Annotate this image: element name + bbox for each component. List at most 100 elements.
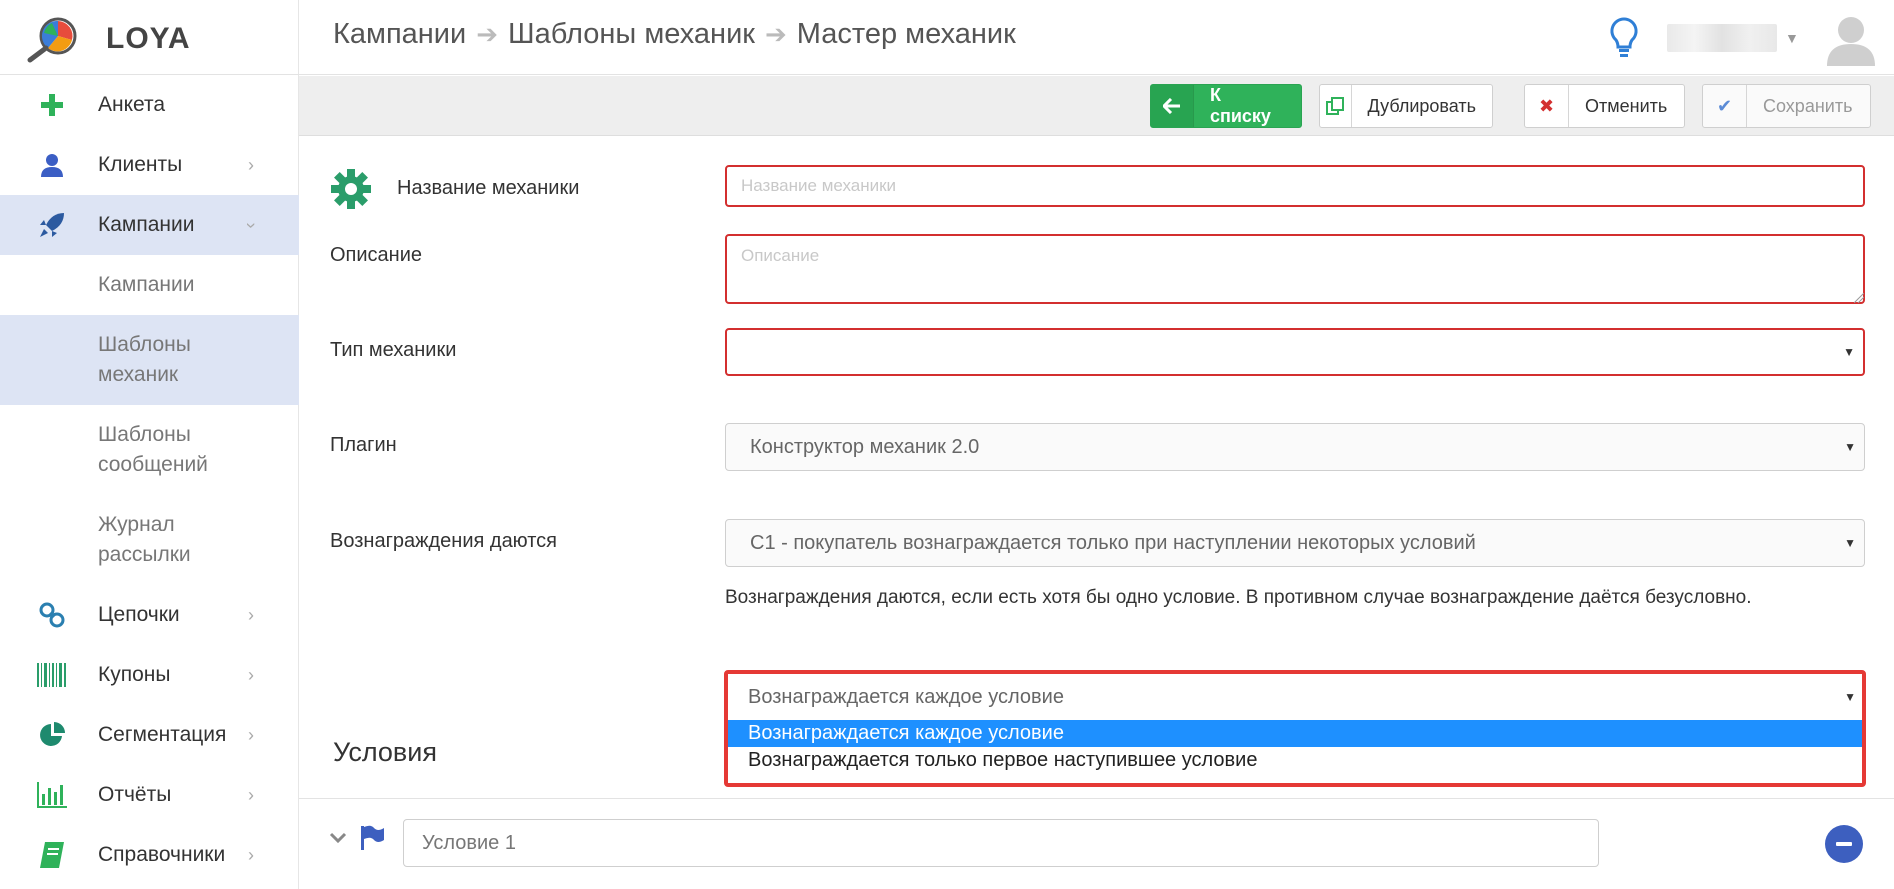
plugin-label: Плагин — [330, 434, 397, 456]
sidebar-item-segmentation[interactable]: Сегментация › — [0, 705, 299, 765]
save-button[interactable]: ✔ Сохранить — [1702, 84, 1871, 128]
avatar[interactable] — [1823, 10, 1879, 66]
breadcrumb-item-campaigns[interactable]: Кампании — [333, 18, 466, 51]
user-name-blurred[interactable] — [1667, 24, 1777, 52]
sidebar-item-label: Анкета — [98, 93, 166, 116]
plugin-select-value: Конструктор механик 2.0 — [750, 435, 980, 458]
duplicate-label: Дублировать — [1367, 95, 1476, 116]
plugin-select[interactable]: Конструктор механик 2.0 ▼ — [725, 423, 1865, 471]
reward-mode-select[interactable]: Вознаграждается каждое условие ▼ Вознагр… — [724, 670, 1866, 787]
sidebar-subitem-label: Шаблоны механик — [98, 333, 191, 386]
description-label: Описание — [330, 244, 423, 266]
breadcrumb-item-mechanic-templates[interactable]: Шаблоны механик — [508, 18, 755, 51]
header: Кампании ➔ Шаблоны механик ➔ Мастер меха… — [299, 0, 1894, 75]
logo[interactable]: LOYA — [0, 0, 299, 75]
type-label: Тип механики — [330, 339, 457, 361]
name-input[interactable]: Название механики — [725, 165, 1865, 207]
sidebar-item-anketa[interactable]: Анкета — [0, 75, 299, 135]
reward-mode-options: Вознаграждается каждое условие Вознаграж… — [728, 720, 1862, 774]
condition-row: Условие 1 — [299, 799, 1894, 889]
close-icon: ✖ — [1525, 85, 1569, 127]
type-select[interactable]: ▼ — [725, 328, 1865, 376]
sidebar-item-coupons[interactable]: Купоны › — [0, 645, 299, 705]
pie-chart-icon — [36, 719, 68, 751]
sidebar-item-label: Цепочки — [98, 603, 180, 626]
sidebar-subitem-mechanic-templates[interactable]: Шаблоны механик — [0, 315, 299, 405]
conditions-title: Условия — [333, 737, 437, 767]
gear-icon — [331, 169, 371, 209]
arrow-left-icon — [1151, 85, 1194, 127]
chevron-right-icon: › — [248, 844, 254, 865]
flag-icon — [361, 825, 384, 850]
rewards-label: Вознаграждения даются — [330, 530, 558, 552]
sidebar-item-directories[interactable]: Справочники › — [0, 825, 299, 885]
sidebar-item-clients[interactable]: Клиенты › — [0, 135, 299, 195]
chevron-right-icon: › — [248, 664, 254, 685]
to-list-label: К списку — [1209, 85, 1271, 126]
to-list-button[interactable]: К списку — [1150, 84, 1302, 128]
cancel-label: Отменить — [1585, 95, 1668, 116]
cancel-button[interactable]: ✖ Отменить — [1524, 84, 1685, 128]
condition-name-input[interactable]: Условие 1 — [403, 819, 1599, 867]
sidebar-item-label: Кампании — [98, 213, 195, 236]
sidebar-nav: Анкета Клиенты › Кампании › Кампании Шаб… — [0, 75, 299, 885]
description-textarea[interactable]: Описание — [725, 234, 1865, 304]
barcode-icon — [36, 659, 68, 691]
minus-icon — [1836, 842, 1852, 846]
save-label: Сохранить — [1763, 95, 1853, 116]
breadcrumb-item-current: Мастер механик — [796, 18, 1016, 50]
sidebar-item-label: Отчёты — [98, 783, 172, 806]
reward-mode-current[interactable]: Вознаграждается каждое условие ▼ — [728, 674, 1862, 720]
breadcrumb: Кампании ➔ Шаблоны механик ➔ Мастер меха… — [333, 18, 1016, 51]
chevron-right-icon: › — [248, 604, 254, 625]
rewards-select-value: С1 - покупатель вознаграждается только п… — [750, 531, 1476, 554]
sidebar-item-chains[interactable]: Цепочки › — [0, 585, 299, 645]
sidebar-subitem-mailing-log[interactable]: Журнал рассылки — [0, 495, 299, 585]
sidebar-subitem-campaigns[interactable]: Кампании — [0, 255, 299, 315]
logo-icon — [27, 17, 77, 63]
sidebar-subitem-label: Журнал рассылки — [98, 513, 191, 566]
lightbulb-icon[interactable] — [1607, 16, 1641, 58]
reward-mode-option[interactable]: Вознаграждается только первое наступивше… — [728, 747, 1862, 774]
sidebar-item-label: Сегментация — [98, 723, 227, 746]
sidebar-item-label: Клиенты — [98, 153, 183, 176]
book-icon — [36, 839, 68, 871]
plus-icon — [36, 89, 68, 121]
caret-down-icon: ▼ — [1843, 345, 1855, 359]
rewards-help-text: Вознаграждения даются, если есть хотя бы… — [725, 587, 1752, 608]
arrow-right-icon: ➔ — [476, 19, 499, 49]
rewards-select[interactable]: С1 - покупатель вознаграждается только п… — [725, 519, 1865, 567]
brand-name: LOYA — [106, 22, 191, 55]
sidebar-subitem-message-templates[interactable]: Шаблоны сообщений — [0, 405, 299, 495]
resize-handle-icon[interactable] — [1854, 293, 1864, 303]
chevron-right-icon: › — [248, 154, 254, 175]
caret-down-icon: ▼ — [1844, 690, 1856, 704]
chevron-right-icon: › — [248, 724, 254, 745]
reward-mode-current-label: Вознаграждается каждое условие — [748, 685, 1064, 708]
sidebar-item-label: Купоны — [98, 663, 171, 686]
caret-down-icon: ▼ — [1844, 536, 1856, 550]
sidebar-subitem-label: Шаблоны сообщений — [98, 423, 208, 476]
reward-mode-option[interactable]: Вознаграждается каждое условие — [728, 720, 1862, 747]
user-icon — [36, 149, 68, 181]
duplicate-button[interactable]: Дублировать — [1319, 84, 1493, 128]
chain-icon — [36, 599, 68, 631]
sidebar-subitem-label: Кампании — [98, 273, 195, 296]
bar-chart-icon — [36, 779, 68, 811]
remove-condition-button[interactable] — [1825, 825, 1863, 863]
sidebar-item-reports[interactable]: Отчёты › — [0, 765, 299, 825]
action-toolbar: К списку Дублировать ✖ Отменить ✔ Сохран… — [299, 76, 1894, 136]
rocket-icon — [36, 209, 68, 241]
chevron-down-icon[interactable] — [329, 827, 347, 850]
arrow-right-icon: ➔ — [764, 19, 787, 49]
sidebar-item-campaigns[interactable]: Кампании › — [0, 195, 299, 255]
chevron-right-icon: › — [248, 784, 254, 805]
checkmark-icon: ✔ — [1703, 85, 1747, 127]
caret-down-icon[interactable]: ▼ — [1785, 30, 1799, 46]
name-label: Название механики — [397, 177, 580, 199]
copy-icon — [1320, 85, 1352, 127]
sidebar: LOYA Анкета Клиенты › Кампании › Кампани… — [0, 0, 299, 889]
caret-down-icon: ▼ — [1844, 440, 1856, 454]
sidebar-item-label: Справочники — [98, 843, 226, 866]
chevron-down-icon: › — [241, 222, 262, 228]
